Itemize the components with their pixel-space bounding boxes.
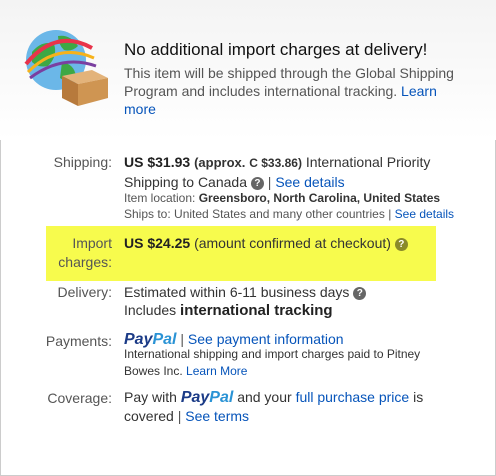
- separator: |: [177, 408, 182, 424]
- international-tracking-text: international tracking: [180, 302, 333, 319]
- separator: |: [267, 174, 272, 190]
- shipping-price: US $31.93: [124, 154, 191, 170]
- no-import-charges-heading: No additional import charges at delivery…: [124, 40, 428, 59]
- coverage-label: Coverage:: [47, 390, 112, 406]
- ships-to-value: United States and many other countries: [174, 207, 385, 221]
- delivery-estimate-text: Estimated within 6-11 business days: [124, 284, 350, 300]
- coverage-middle: and your: [237, 389, 292, 405]
- global-shipping-note: This item will be shipped through the Gl…: [124, 64, 454, 118]
- import-charges-note: (amount confirmed at checkout): [194, 235, 391, 251]
- payments-note: International shipping and import charge…: [124, 346, 454, 380]
- separator: |: [388, 207, 392, 221]
- payments-learn-more-link[interactable]: Learn More: [186, 364, 247, 378]
- ships-to: Ships to: United States and many other c…: [124, 206, 464, 223]
- item-location-label: Item location:: [124, 191, 196, 205]
- shipping-approx-price: (approx. C $33.86): [194, 155, 302, 170]
- coverage-prefix: Pay with: [124, 389, 177, 405]
- paypal-logo: PayPal: [180, 389, 234, 406]
- separator: |: [180, 331, 185, 347]
- payments-note-text: International shipping and import charge…: [124, 347, 421, 378]
- shipping-see-details-link[interactable]: See details: [275, 174, 344, 190]
- see-payment-information-link[interactable]: See payment information: [188, 331, 344, 347]
- coverage-details: Pay with PayPal and your full purchase p…: [124, 388, 454, 426]
- ships-to-label: Ships to:: [124, 207, 171, 221]
- delivery-help-icon[interactable]: ?: [353, 287, 367, 300]
- item-location-value: Greensboro, North Carolina, United State…: [198, 191, 441, 205]
- shipping-label: Shipping:: [53, 154, 112, 170]
- delivery-label: Delivery:: [57, 284, 112, 300]
- import-charges-label: Import charges:: [58, 235, 112, 270]
- import-charges-price: US $24.25: [124, 235, 191, 251]
- delivery-includes-text: Includes: [124, 302, 177, 318]
- delivery-estimate: Estimated within 6-11 business days ?: [124, 283, 464, 302]
- globe-shipping-box-icon: [24, 30, 108, 106]
- delivery-tracking: Includes international tracking: [124, 301, 464, 320]
- import-charges-value: US $24.25 (amount confirmed at checkout)…: [124, 234, 464, 253]
- item-location: Item location: Greensboro, North Carolin…: [124, 190, 464, 207]
- payments-label: Payments:: [45, 333, 112, 349]
- full-purchase-price-link[interactable]: full purchase price: [296, 389, 410, 405]
- shipping-details: US $31.93 (approx. C $33.86) Internation…: [124, 153, 464, 192]
- see-terms-link[interactable]: See terms: [185, 408, 249, 424]
- shipping-help-icon[interactable]: ?: [250, 177, 264, 190]
- import-help-icon[interactable]: ?: [394, 238, 408, 251]
- ships-to-see-details-link[interactable]: See details: [395, 207, 454, 221]
